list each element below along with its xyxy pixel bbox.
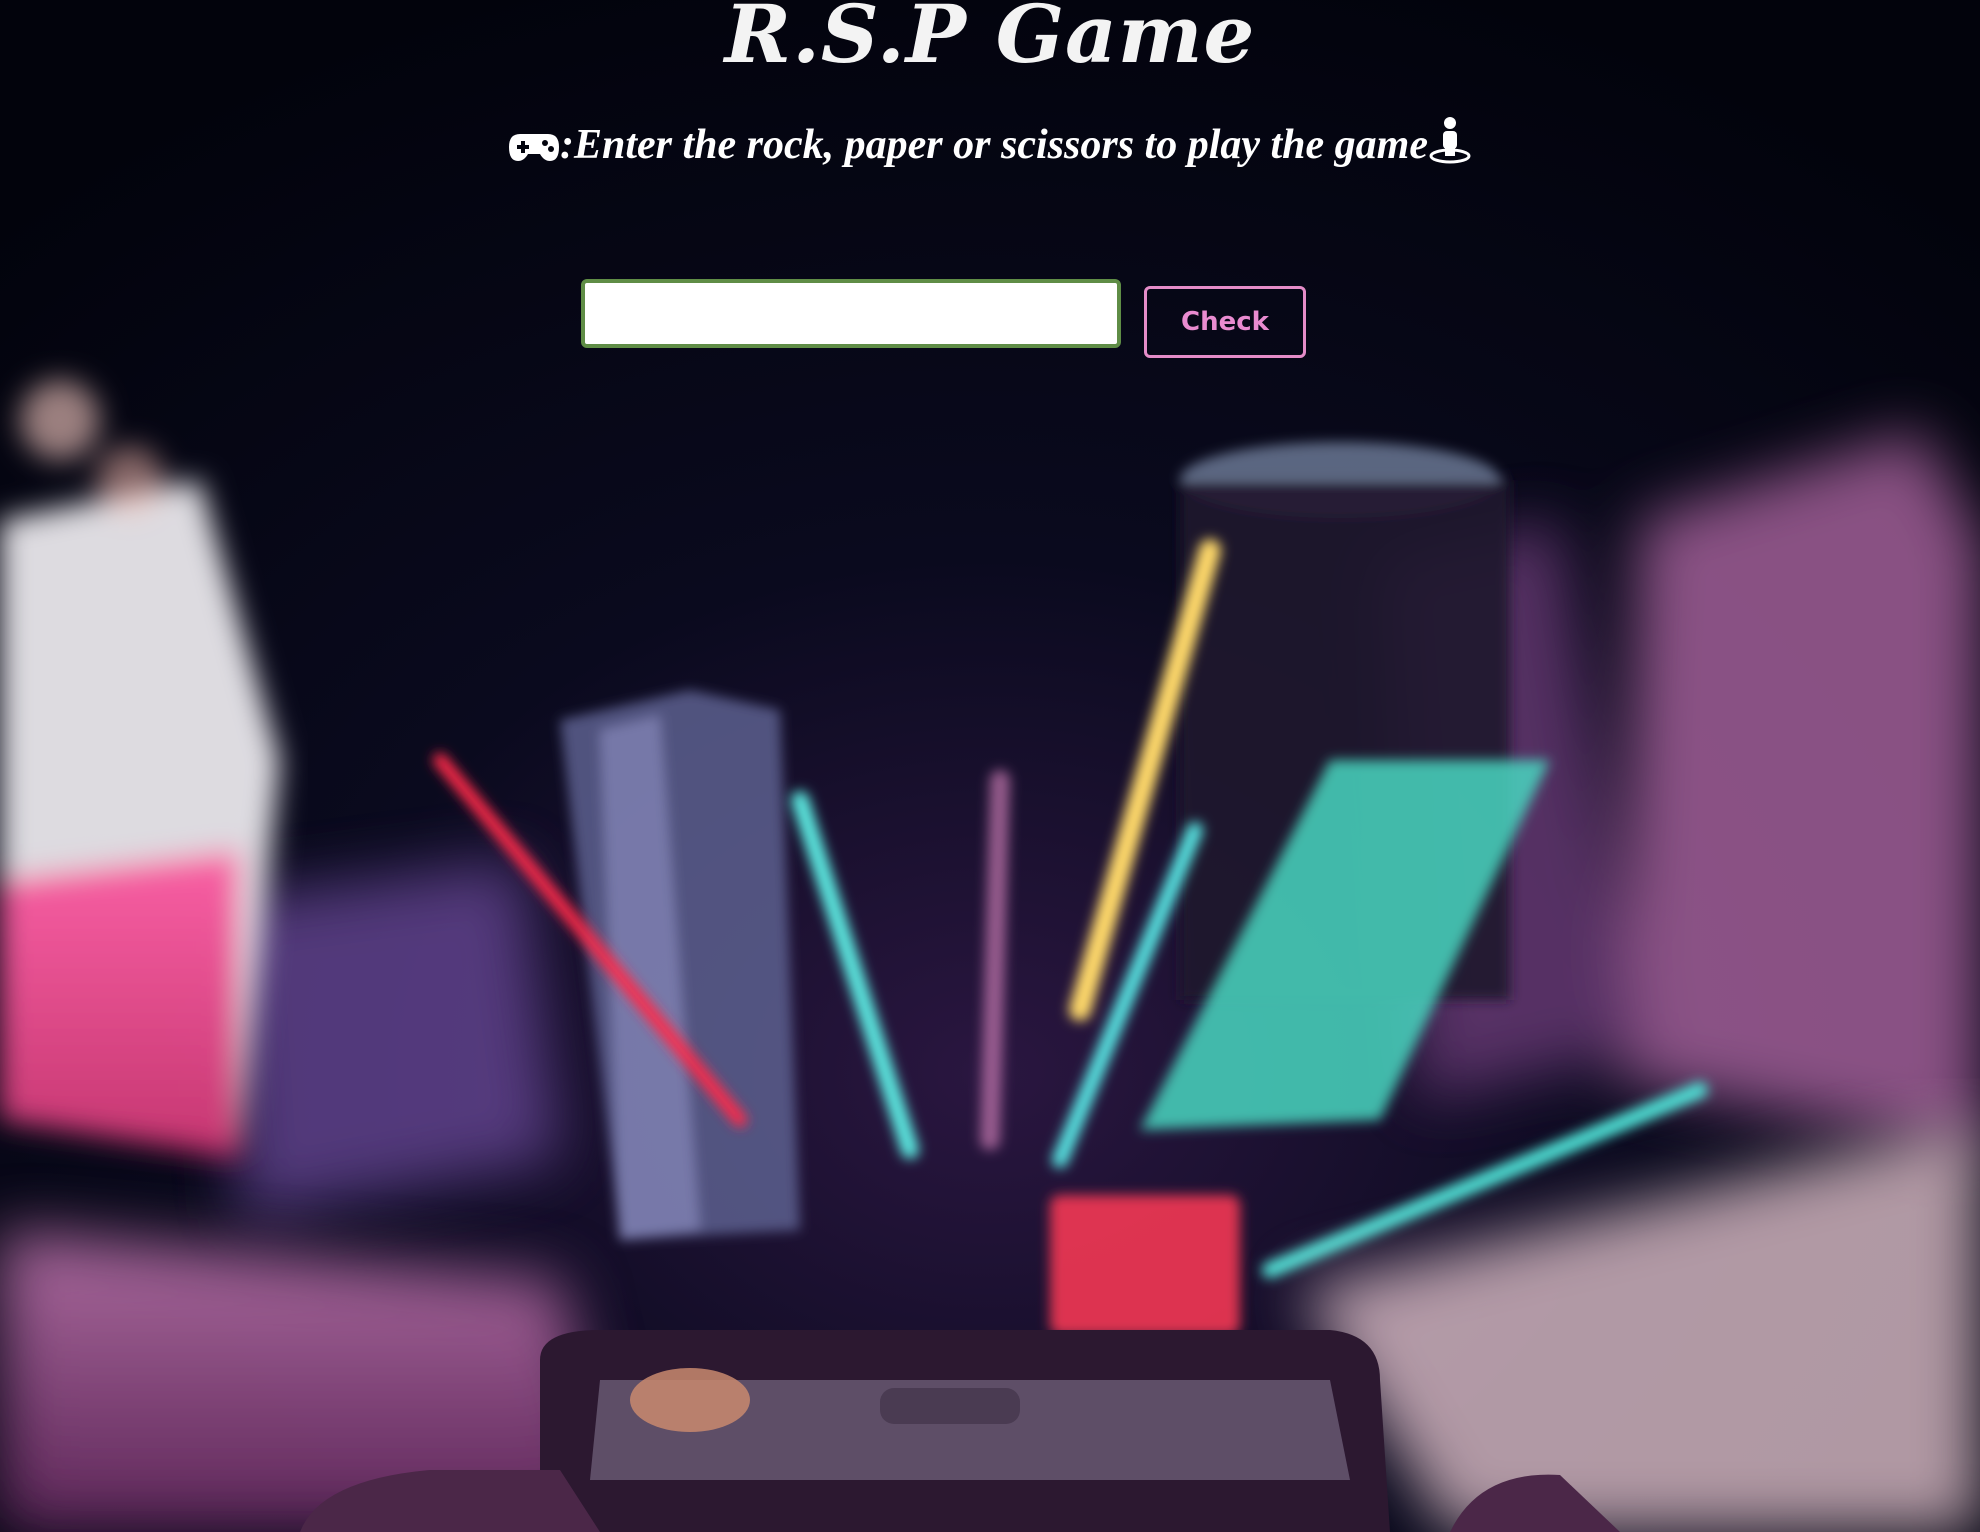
page-title: R.S.P Game	[724, 0, 1256, 81]
choice-input[interactable]	[581, 279, 1121, 348]
gamepad-icon	[509, 134, 559, 161]
check-button[interactable]: Check	[1144, 286, 1306, 358]
instruction-label: :Enter the rock, paper or scissors to pl…	[560, 122, 1428, 168]
background-city-image	[0, 0, 1980, 1532]
instruction-text: :Enter the rock, paper or scissors to pl…	[0, 116, 1980, 173]
page: R.S.P Game :Enter the rock, paper or sci…	[0, 0, 1980, 1532]
person-on-pad-icon	[1429, 117, 1471, 164]
